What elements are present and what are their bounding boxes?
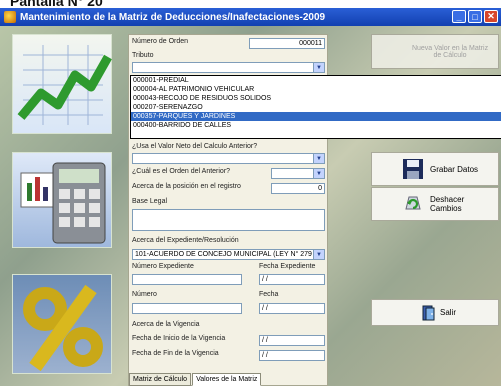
fecha-expediente-label: Fecha Expediente bbox=[259, 263, 316, 270]
chevron-down-icon[interactable]: ▼ bbox=[313, 63, 324, 72]
salir-button[interactable]: Salir bbox=[371, 299, 499, 326]
acerca-posicion-label: Acerca de la posición en el registro bbox=[132, 183, 241, 190]
minimize-icon[interactable]: _ bbox=[452, 10, 466, 23]
window-body: Número de Orden 000011 Tributo ▼ 000001-… bbox=[0, 26, 501, 386]
numero-expediente-field[interactable] bbox=[132, 274, 242, 285]
usa-valor-label: ¿Usa el Valor Neto del Calculo Anterior? bbox=[132, 143, 258, 150]
usa-valor-select[interactable]: ▼ bbox=[132, 153, 325, 164]
undo-recycle-icon bbox=[405, 196, 421, 210]
base-legal-field[interactable] bbox=[132, 209, 325, 231]
tributo-option[interactable]: 000207-SERENAZGO bbox=[131, 103, 501, 112]
tributo-dropdown-list[interactable]: 000001-PREDIAL 000004-AL PATRIMONIO VEHIC… bbox=[130, 75, 501, 139]
fecha-label: Fecha bbox=[259, 291, 279, 298]
numero-label: Número bbox=[132, 291, 157, 298]
tab-strip: Matriz de Cálculo Valores de la Matriz bbox=[129, 373, 262, 386]
base-legal-label: Base Legal bbox=[132, 198, 168, 205]
posicion-field[interactable]: 0 bbox=[271, 183, 325, 194]
window-controls: _ □ ✕ bbox=[452, 10, 498, 23]
numero-orden-field[interactable]: 000011 bbox=[249, 38, 325, 49]
exit-door-icon bbox=[422, 305, 435, 320]
fecha-fin-label: Fecha de Fin de la Vigencia bbox=[132, 350, 219, 357]
calculator-icon bbox=[12, 152, 112, 248]
tributo-select[interactable]: ▼ bbox=[132, 62, 325, 73]
app-icon bbox=[4, 11, 16, 23]
window-title: Mantenimiento de la Matriz de Deduccione… bbox=[20, 11, 326, 23]
tributo-option[interactable]: 000043-RECOJO DE RESIDUOS SOLIDOS bbox=[131, 94, 501, 103]
close-icon[interactable]: ✕ bbox=[484, 10, 498, 23]
chevron-down-icon[interactable]: ▼ bbox=[313, 250, 324, 259]
tributo-option[interactable]: 000001-PREDIAL bbox=[131, 76, 501, 85]
numero-field[interactable] bbox=[132, 303, 242, 314]
cual-orden-select[interactable]: ▼ bbox=[271, 168, 325, 179]
acerca-expediente-label: Acerca del Expediente/Resolución bbox=[132, 237, 239, 244]
expediente-select[interactable]: 101-ACUERDO DE CONCEJO MUNICIPAL (LEY N°… bbox=[132, 249, 325, 260]
numero-orden-label: Número de Orden bbox=[132, 38, 189, 45]
fecha-inicio-label: Fecha de Inicio de la Vigencia bbox=[132, 335, 226, 342]
spreadsheet-chart-icon bbox=[12, 34, 112, 134]
tributo-label: Tributo bbox=[132, 52, 154, 59]
cual-orden-label: ¿Cuál es el Orden del Anterior? bbox=[132, 168, 231, 175]
grabar-datos-button[interactable]: Grabar Datos bbox=[371, 152, 499, 186]
form-panel: Número de Orden 000011 Tributo ▼ 000001-… bbox=[128, 34, 501, 386]
tributo-option[interactable]: 000004-AL PATRIMONIO VEHICULAR bbox=[131, 85, 501, 94]
deshacer-cambios-button[interactable]: Deshacer Cambios bbox=[371, 187, 499, 221]
tab-matriz-calculo[interactable]: Matriz de Cálculo bbox=[129, 373, 192, 386]
percent-icon bbox=[12, 274, 112, 374]
fecha-fin-field[interactable]: / / bbox=[259, 350, 325, 361]
tab-valores-matriz[interactable]: Valores de la Matriz bbox=[192, 373, 262, 386]
fecha-inicio-field[interactable]: / / bbox=[259, 335, 325, 346]
chevron-down-icon[interactable]: ▼ bbox=[313, 169, 324, 178]
maximize-icon[interactable]: □ bbox=[468, 10, 482, 23]
title-bar: Mantenimiento de la Matriz de Deduccione… bbox=[0, 8, 501, 26]
tributo-option[interactable]: 000357-PARQUES Y JARDINES bbox=[131, 112, 501, 121]
chevron-down-icon[interactable]: ▼ bbox=[313, 154, 324, 163]
nuevo-valor-button[interactable]: Nueva Valor en la Matriz de Cálculo bbox=[371, 34, 499, 69]
fecha-field[interactable]: / / bbox=[259, 303, 325, 314]
acerca-vigencia-label: Acerca de la Vigencia bbox=[132, 321, 200, 328]
nuevo-valor-label: Nueva Valor en la Matriz de Cálculo bbox=[411, 44, 489, 59]
tributo-option[interactable]: 000400-BARRIDO DE CALLES bbox=[131, 121, 501, 130]
salir-label: Salir bbox=[440, 308, 457, 317]
deshacer-cambios-label: Deshacer Cambios bbox=[430, 195, 465, 213]
floppy-disk-icon bbox=[403, 159, 423, 179]
numero-expediente-label: Número Expediente bbox=[132, 263, 194, 270]
expediente-select-value: 101-ACUERDO DE CONCEJO MUNICIPAL (LEY N°… bbox=[135, 251, 312, 258]
fecha-expediente-field[interactable]: / / bbox=[259, 274, 325, 285]
grabar-datos-label: Grabar Datos bbox=[430, 164, 479, 174]
